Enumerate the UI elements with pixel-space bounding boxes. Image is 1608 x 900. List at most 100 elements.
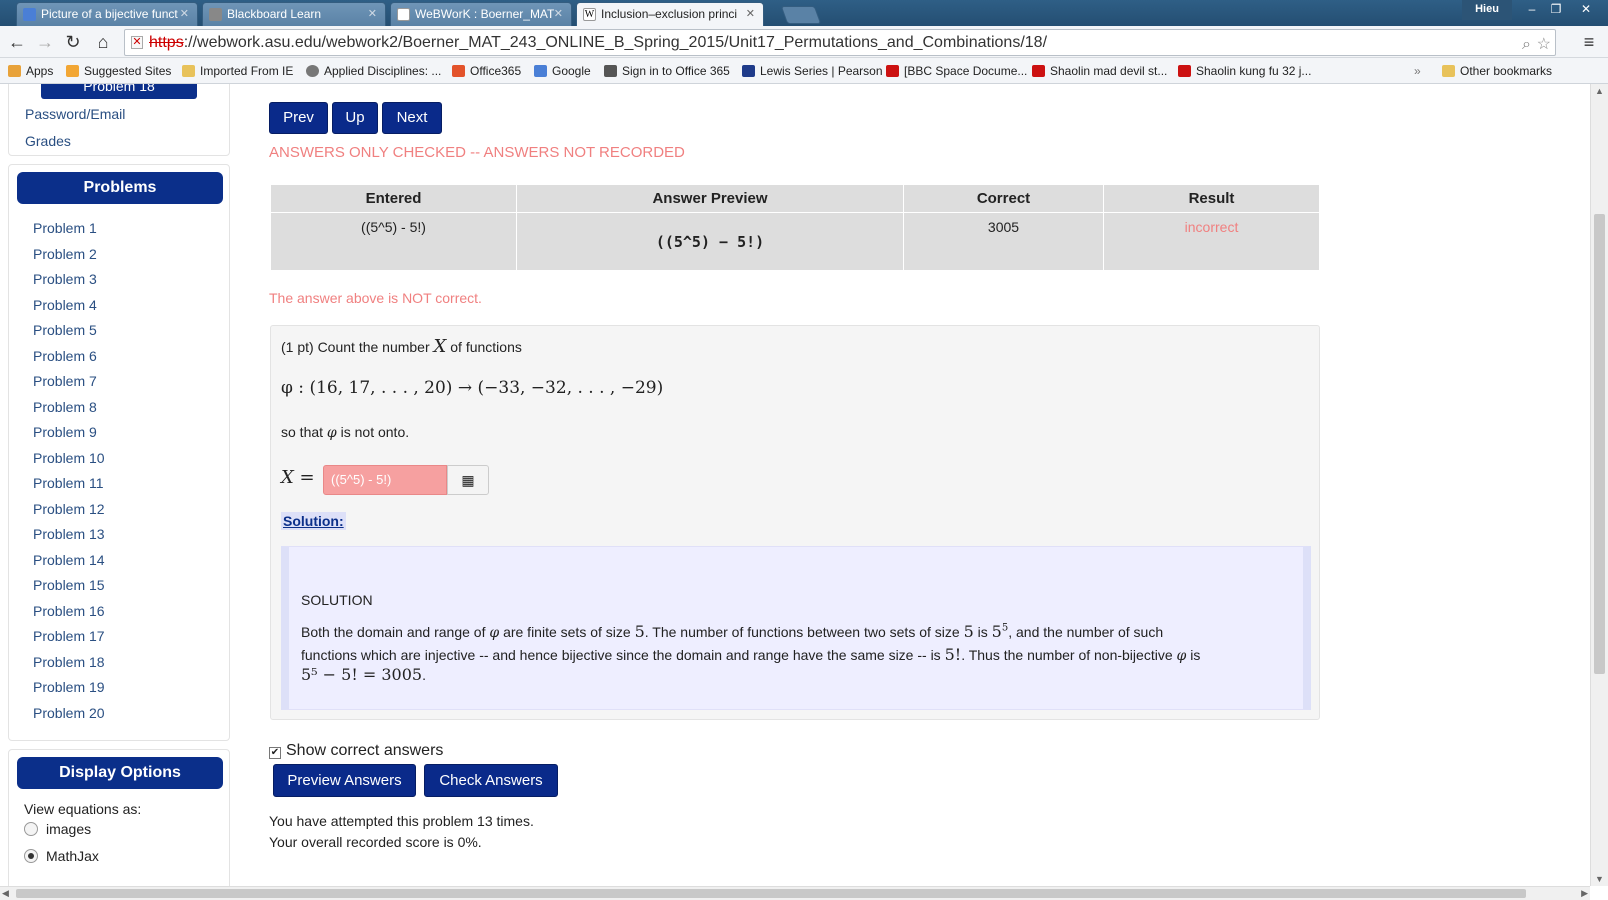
sidebar-problem-link[interactable]: Problem 18 (33, 654, 105, 670)
scroll-up-icon[interactable]: ▲ (1595, 86, 1604, 96)
close-icon[interactable]: ✕ (180, 3, 189, 25)
sidebar-problem-link[interactable]: Problem 4 (33, 297, 97, 313)
bookmark-other-bookmarks[interactable]: Other bookmarks (1442, 58, 1552, 84)
suggested-sites-icon (66, 65, 79, 77)
sidebar-problem-link[interactable]: Problem 11 (33, 475, 104, 491)
sidebar-problem-link[interactable]: Problem 8 (33, 399, 97, 415)
col-answer-preview: Answer Preview (516, 184, 904, 213)
blackboard-icon (209, 8, 222, 21)
sidebar-problem-link[interactable]: Problem 9 (33, 424, 97, 440)
scrollbar-thumb[interactable] (16, 889, 1526, 898)
close-icon[interactable]: ✕ (746, 3, 755, 25)
bookmark-shaolin-kung-fu[interactable]: Shaolin kung fu 32 j... (1178, 58, 1311, 84)
up-button[interactable]: Up (332, 102, 378, 134)
bookmark-apps[interactable]: Apps (8, 58, 53, 84)
sidebar-link-password-email[interactable]: Password/Email (25, 106, 125, 122)
bookmark-label: Suggested Sites (84, 64, 172, 78)
sidebar-problem-link[interactable]: Problem 16 (33, 603, 105, 619)
bookmark-lewis-series[interactable]: Lewis Series | Pearson (742, 58, 883, 84)
sidebar-problem-link[interactable]: Problem 19 (33, 679, 105, 695)
close-icon[interactable]: ✕ (554, 3, 563, 25)
bookmark-label: Office365 (470, 64, 522, 78)
sidebar-problem-link[interactable]: Problem 10 (33, 450, 105, 466)
equation-editor-button[interactable]: ▦ (447, 465, 489, 495)
attempts-text: You have attempted this problem 13 times… (269, 813, 534, 829)
sidebar-problem-link[interactable]: Problem 14 (33, 552, 105, 568)
browser-tab-4[interactable]: W Inclusion–exclusion princi ✕ (576, 2, 764, 26)
address-bar[interactable]: ✕ https://webwork.asu.edu/webwork2/Boern… (124, 29, 1556, 56)
sidebar-problem-link[interactable]: Problem 15 (33, 577, 105, 593)
horizontal-scrollbar[interactable]: ◀ ▶ (0, 886, 1590, 900)
bookmark-suggested-sites[interactable]: Suggested Sites (66, 58, 171, 84)
cell-correct: 3005 (903, 212, 1104, 271)
solution-toggle[interactable]: Solution: (281, 512, 346, 530)
bookmarks-overflow-icon[interactable]: » (1414, 58, 1421, 84)
home-icon[interactable]: ⌂ (92, 31, 114, 53)
col-entered: Entered (270, 184, 517, 213)
sol-text: is (1190, 647, 1201, 663)
bookmark-label: Shaolin kung fu 32 j... (1196, 64, 1312, 78)
sidebar-problem-link[interactable]: Problem 3 (33, 271, 97, 287)
sidebar-problem-link[interactable]: Problem 12 (33, 501, 105, 517)
scroll-down-icon[interactable]: ▼ (1595, 874, 1604, 884)
forward-icon[interactable]: → (34, 31, 56, 53)
sidebar-problem-link[interactable]: Problem 13 (33, 526, 105, 542)
bookmark-label: Other bookmarks (1460, 64, 1553, 78)
star-icon[interactable]: ☆ (1537, 32, 1551, 57)
phi-symbol: φ (326, 425, 337, 441)
bookmark-sign-in-office365[interactable]: Sign in to Office 365 (604, 58, 730, 84)
browser-tab-2[interactable]: Blackboard Learn ✕ (202, 2, 386, 26)
next-button[interactable]: Next (382, 102, 442, 134)
sidebar-problem-link[interactable]: Problem 20 (33, 705, 105, 721)
profile-user[interactable]: Hieu (1462, 0, 1512, 20)
radio-mathjax[interactable] (24, 849, 38, 863)
so-that-a: so that (281, 424, 324, 440)
browser-tab-1[interactable]: Picture of a bijective funct ✕ (16, 2, 198, 26)
close-icon[interactable]: ✕ (368, 3, 377, 25)
col-result: Result (1103, 184, 1320, 213)
math-five: 5 (963, 622, 974, 641)
close-window-icon[interactable]: ✕ (1566, 0, 1606, 20)
scroll-left-icon[interactable]: ◀ (2, 888, 9, 899)
phi-symbol: φ (489, 625, 500, 641)
search-icon[interactable]: ⌕ (1522, 32, 1531, 57)
bookmark-label: Google (552, 64, 591, 78)
folder-icon (182, 65, 195, 77)
math-base: 5 (991, 622, 1002, 641)
bookmark-office365[interactable]: Office365 (452, 58, 521, 84)
scrollbar-thumb[interactable] (1594, 214, 1605, 674)
col-correct: Correct (903, 184, 1104, 213)
browser-tab-3[interactable]: WeBWorK : Boerner_MAT ✕ (390, 2, 572, 26)
menu-icon[interactable]: ≡ (1578, 31, 1600, 53)
reload-icon[interactable]: ↻ (62, 31, 84, 53)
sol-text: . (422, 667, 426, 683)
preview-answers-button[interactable]: Preview Answers (273, 764, 416, 797)
new-tab-button[interactable] (780, 6, 822, 24)
bookmark-google[interactable]: Google (534, 58, 591, 84)
math-five-pow-five: 55 (992, 622, 1009, 641)
radio-images[interactable] (24, 822, 38, 836)
sidebar-current-problem[interactable]: Problem 18 (41, 84, 197, 99)
show-correct-checkbox[interactable]: ✔ (269, 747, 281, 759)
sidebar-problem-link[interactable]: Problem 1 (33, 220, 97, 236)
answer-input[interactable]: ((5^5) - 5!) (323, 465, 447, 495)
bookmark-applied-disciplines[interactable]: Applied Disciplines: ... (306, 58, 441, 84)
back-icon[interactable]: ← (6, 31, 28, 53)
sidebar-problem-link[interactable]: Problem 6 (33, 348, 97, 364)
bookmark-bbc-space[interactable]: [BBC Space Docume... (886, 58, 1027, 84)
scroll-right-icon[interactable]: ▶ (1581, 888, 1588, 899)
sidebar-problem-link[interactable]: Problem 17 (33, 628, 105, 644)
sol-text: are finite sets of size (503, 624, 631, 640)
folder-icon (1442, 65, 1455, 77)
sidebar-problem-link[interactable]: Problem 2 (33, 246, 97, 262)
sidebar-problem-link[interactable]: Problem 7 (33, 373, 97, 389)
office-icon (452, 65, 465, 77)
bookmark-imported-from-ie[interactable]: Imported From IE (182, 58, 293, 84)
sidebar-link-grades[interactable]: Grades (25, 133, 71, 149)
attempt-results-table: Entered Answer Preview Correct Result ((… (270, 184, 1320, 271)
sidebar-problem-link[interactable]: Problem 5 (33, 322, 97, 338)
prev-button[interactable]: Prev (269, 102, 328, 134)
bookmark-shaolin-mad-devil[interactable]: Shaolin mad devil st... (1032, 58, 1167, 84)
vertical-scrollbar[interactable]: ▲ ▼ (1590, 84, 1608, 886)
check-answers-button[interactable]: Check Answers (424, 764, 558, 797)
